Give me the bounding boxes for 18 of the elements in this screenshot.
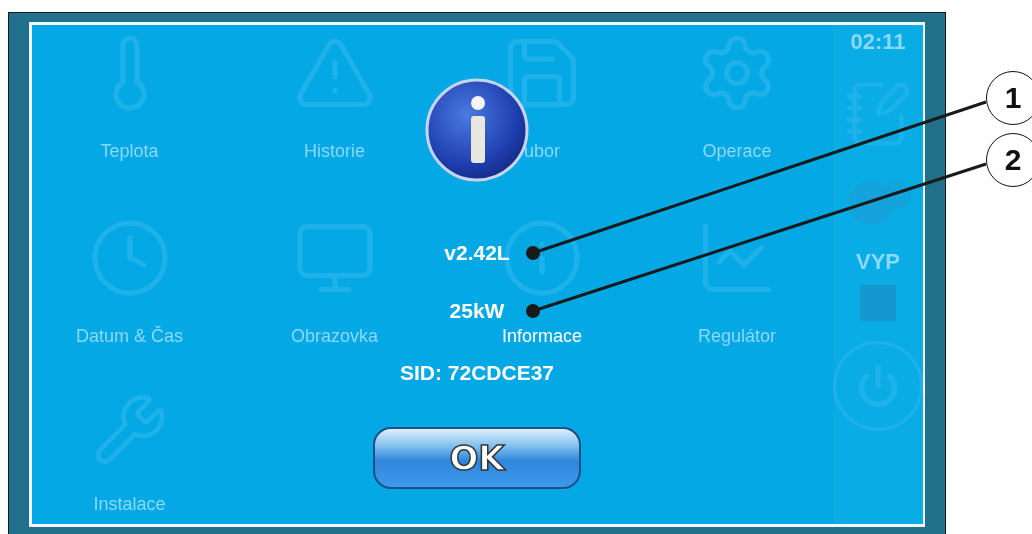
- clock-time: 02:11: [850, 29, 906, 55]
- ok-button[interactable]: OK: [373, 427, 581, 489]
- tile-label: Historie: [304, 141, 365, 162]
- mode-label: VYP: [856, 249, 900, 275]
- tile-label: Informace: [501, 326, 582, 347]
- tile-label: Datum & Čas: [75, 326, 183, 347]
- tile-label: ubor: [524, 141, 560, 162]
- tile-label: Instalace: [93, 494, 166, 515]
- tile-label: Teplota: [100, 141, 159, 162]
- info-text: v2.42L: [444, 241, 510, 265]
- tile-label: Operace: [702, 141, 772, 162]
- tile-label: Obrazovka: [290, 326, 378, 347]
- power-button[interactable]: [833, 341, 923, 431]
- info-text: 25kW: [449, 299, 505, 323]
- callout-number: 2: [986, 133, 1032, 187]
- info-text: SID: 72CDCE37: [399, 361, 555, 385]
- callout-number: 1: [986, 71, 1032, 125]
- tile-label: Regulátor: [697, 326, 776, 347]
